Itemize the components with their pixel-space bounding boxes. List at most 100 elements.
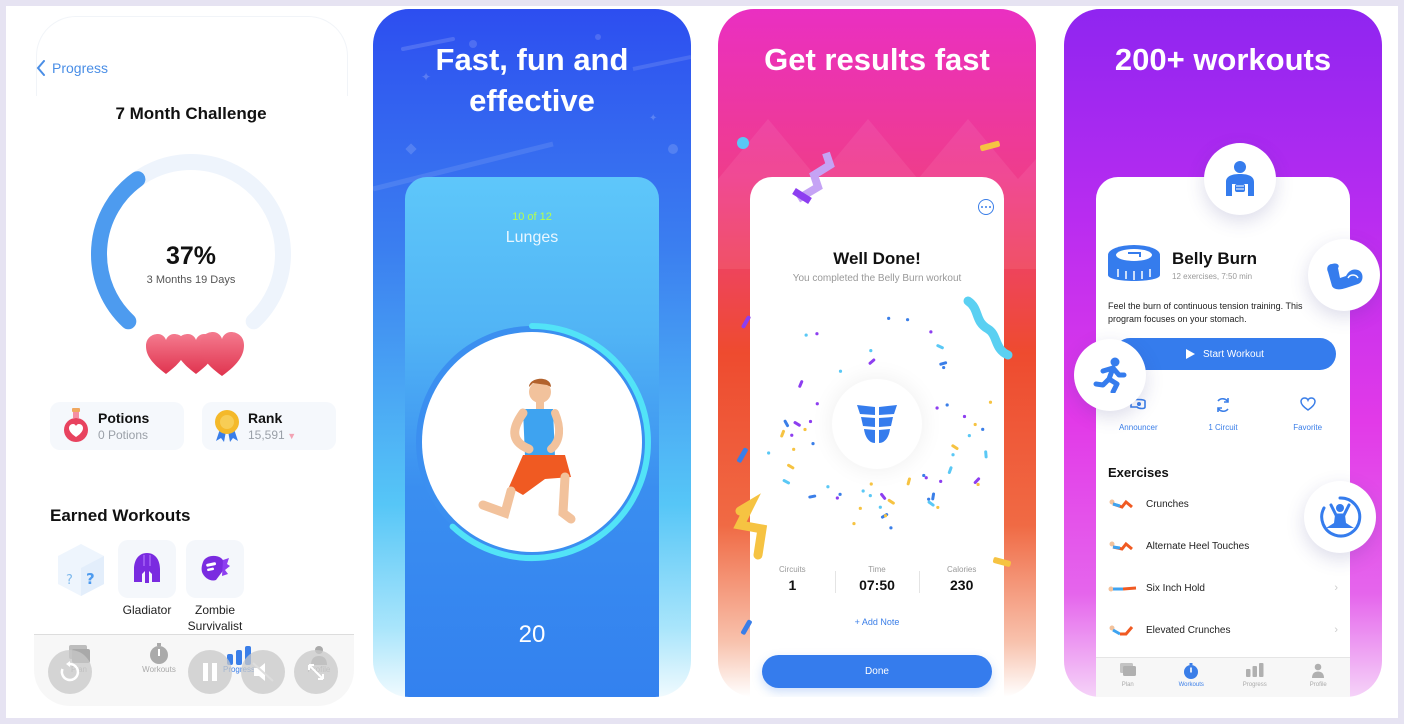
back-label: Progress bbox=[52, 60, 109, 76]
back-button[interactable]: Progress bbox=[36, 60, 108, 76]
exercise-row[interactable]: Six Inch Hold › bbox=[1096, 567, 1350, 609]
earned-workout-gladiator[interactable] bbox=[118, 540, 176, 598]
arm-strength-badge bbox=[1308, 239, 1380, 311]
exercise-timer-ring bbox=[416, 323, 651, 561]
complete-subtitle: You completed the Belly Burn workout bbox=[792, 273, 962, 284]
svg-text:?: ? bbox=[66, 573, 73, 588]
rank-down-icon: ▼ bbox=[284, 431, 297, 441]
tab-label: Plan bbox=[1121, 682, 1134, 688]
tab-workouts[interactable]: Workouts bbox=[1161, 658, 1221, 697]
svg-text:?: ? bbox=[86, 570, 95, 588]
headline-line: effective bbox=[469, 83, 595, 118]
done-button[interactable]: Done bbox=[762, 655, 992, 688]
headline-line: Fast, fun and bbox=[435, 42, 629, 77]
elevated-crunch-thumb-icon bbox=[1109, 625, 1134, 636]
more-options-button[interactable] bbox=[978, 199, 994, 215]
earned-workouts-title: Earned Workouts bbox=[50, 506, 191, 525]
replay-button[interactable] bbox=[48, 650, 92, 694]
tab-workouts[interactable]: Workouts bbox=[124, 643, 194, 674]
stopwatch-icon bbox=[150, 643, 168, 664]
stat-label: Circuits bbox=[779, 565, 806, 574]
workout-detail-screen: Belly Burn 12 exercises, 7:50 min Feel t… bbox=[1096, 177, 1350, 697]
exercise-counter: 10 of 12 bbox=[512, 211, 552, 223]
start-workout-label: Start Workout bbox=[1203, 348, 1264, 360]
circuit-icon bbox=[1217, 397, 1229, 413]
exercise-name: Alternate Heel Touches bbox=[1146, 540, 1250, 552]
measuring-tape-icon bbox=[1108, 245, 1160, 281]
option-label: 1 Circuit bbox=[1208, 423, 1238, 432]
potion-icon bbox=[64, 408, 88, 442]
progress-panel: Progress 7 Month Challenge 37% 3 Months … bbox=[16, 10, 356, 716]
progress-percent: 37% bbox=[165, 242, 217, 270]
rank-value: 15,591 bbox=[248, 428, 285, 442]
add-note-button[interactable]: + Add Note bbox=[750, 617, 1004, 627]
mute-button[interactable] bbox=[241, 650, 285, 694]
hearts-icon bbox=[146, 332, 244, 376]
pause-button[interactable] bbox=[188, 650, 232, 694]
exercise-screen: 10 of 12 Lunges 20 bbox=[405, 177, 659, 697]
workout-complete-screen: Well Done! You completed the Belly Burn … bbox=[750, 177, 1004, 697]
earned-workout-zombie[interactable] bbox=[186, 540, 244, 598]
exercise-row[interactable]: Elevated Crunches › bbox=[1096, 609, 1350, 651]
start-workout-button[interactable]: Start Workout bbox=[1114, 338, 1336, 370]
six-inch-hold-thumb-icon bbox=[1108, 586, 1137, 592]
rank-card[interactable]: Rank 15,591 ▼ bbox=[202, 402, 336, 450]
circuit-option[interactable]: 1 Circuit bbox=[1183, 397, 1263, 432]
heart-icon bbox=[1299, 397, 1316, 411]
heel-touch-thumb-icon bbox=[1109, 541, 1133, 551]
upper-body-icon bbox=[1226, 161, 1254, 196]
plan-icon bbox=[1119, 663, 1136, 676]
headline: Fast, fun and effective bbox=[373, 39, 691, 121]
favorite-option[interactable]: Favorite bbox=[1268, 397, 1348, 432]
stopwatch-icon bbox=[1184, 663, 1199, 679]
workouts-panel: 200+ workouts Belly Burn 12 exercises, 7… bbox=[1064, 9, 1382, 697]
fullscreen-button[interactable] bbox=[294, 650, 338, 694]
yoga-icon bbox=[1320, 496, 1362, 538]
workout-title: Belly Burn bbox=[1172, 249, 1258, 268]
running-badge bbox=[1074, 339, 1146, 411]
stat-value: 07:50 bbox=[859, 577, 895, 593]
chevron-right-icon: › bbox=[1334, 582, 1338, 594]
tab-profile[interactable]: Profile bbox=[1288, 658, 1348, 697]
chevron-left-icon bbox=[36, 60, 45, 76]
mystery-cube-icon: ? ? bbox=[58, 544, 104, 596]
tab-plan[interactable]: Plan bbox=[1098, 658, 1158, 697]
earned-workout-mystery[interactable]: ? ? bbox=[52, 540, 110, 598]
upper-body-badge bbox=[1204, 143, 1276, 215]
abs-icon bbox=[857, 405, 897, 443]
running-icon bbox=[1093, 357, 1127, 393]
exercise-panel: ✦ ✦ Fast, fun and effective 10 of 12 Lun… bbox=[373, 9, 691, 697]
potions-card[interactable]: Potions 0 Potions bbox=[50, 402, 184, 450]
option-label: Announcer bbox=[1118, 423, 1158, 432]
workout-meta: 12 exercises, 7:50 min bbox=[1172, 272, 1253, 281]
reps-count: 20 bbox=[518, 621, 546, 648]
stat-calories: Calories 230 bbox=[919, 565, 1004, 593]
app-store-screenshots: Progress 7 Month Challenge 37% 3 Months … bbox=[6, 6, 1398, 718]
tab-progress[interactable]: Progress bbox=[1225, 658, 1285, 697]
stat-time: Time 07:50 bbox=[834, 565, 920, 593]
tab-bar: Plan Workouts Progress Profile bbox=[1096, 657, 1350, 697]
headline: Get results fast bbox=[764, 42, 990, 77]
flexed-bicep-icon bbox=[1327, 263, 1363, 290]
stat-label: Time bbox=[868, 565, 886, 574]
crunch-thumb-icon bbox=[1109, 499, 1133, 509]
tab-label: Workouts bbox=[1178, 682, 1204, 688]
results-panel: Get results fast Well Done! You complete… bbox=[718, 9, 1036, 697]
tab-label: Workouts bbox=[142, 665, 176, 674]
exercise-name: Lunges bbox=[505, 229, 559, 246]
challenge-title: 7 Month Challenge bbox=[115, 104, 267, 123]
potions-value: 0 Potions bbox=[98, 428, 149, 442]
exercise-name: Elevated Crunches bbox=[1146, 624, 1231, 636]
progress-duration: 3 Months 19 Days bbox=[146, 274, 236, 286]
workout-description: Feel the burn of continuous tension trai… bbox=[1108, 301, 1303, 324]
pause-icon bbox=[203, 663, 217, 681]
expand-icon bbox=[308, 664, 324, 680]
stat-value: 230 bbox=[950, 577, 974, 593]
bar-chart-icon bbox=[1245, 663, 1264, 677]
zombie-icon bbox=[201, 555, 230, 581]
play-icon bbox=[1186, 349, 1196, 359]
rank-medal-icon bbox=[215, 410, 239, 442]
stat-circuits: Circuits 1 bbox=[750, 565, 835, 593]
workout-stats: Circuits 1 Time 07:50 Calories 230 bbox=[750, 565, 1004, 593]
mute-icon bbox=[252, 662, 274, 682]
